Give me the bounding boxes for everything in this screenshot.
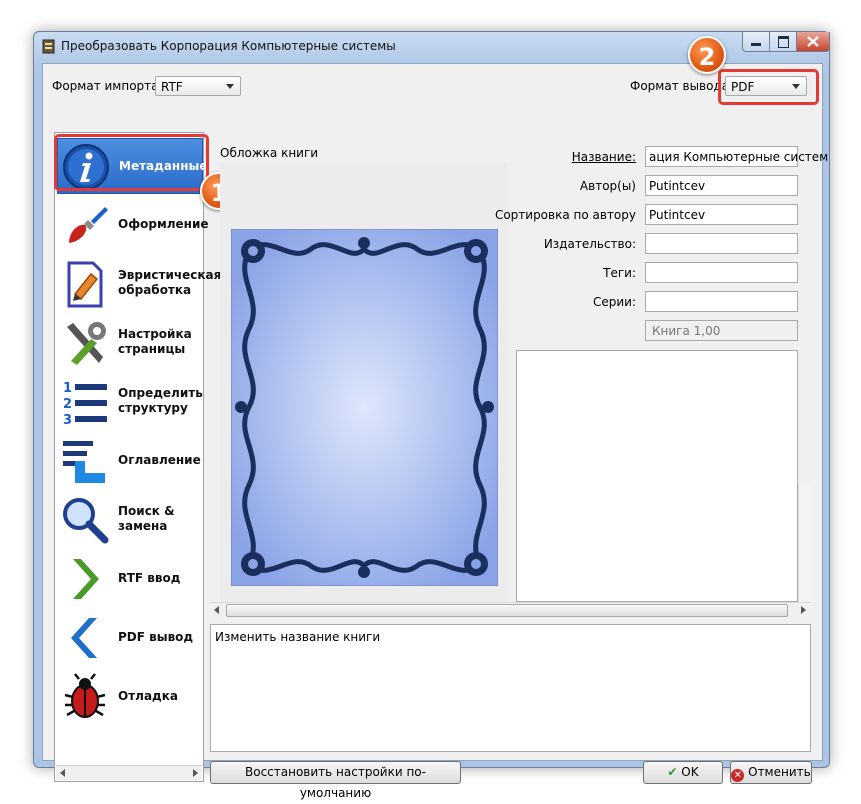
comments-vscrollbar[interactable] — [798, 484, 813, 602]
title-value: ация Компьютерные систем — [649, 150, 829, 164]
sidebar-item-label: Отладка — [118, 689, 178, 703]
series-index-value: Книга 1,00 — [652, 324, 721, 338]
sidebar-item-debug[interactable]: Отладка — [57, 669, 203, 725]
sidebar-item-search-replace[interactable]: Поиск & замена — [57, 492, 203, 548]
series-index-field[interactable]: Книга 1,00 — [645, 320, 798, 341]
bug-icon — [64, 673, 106, 718]
import-format-label: Формат импорта: — [52, 79, 163, 93]
minimize-icon — [751, 43, 761, 46]
cancel-icon: ✕ — [731, 769, 745, 782]
scroll-left-icon — [214, 606, 219, 614]
author-field[interactable]: Putintcev — [645, 175, 798, 196]
tools-icon — [67, 322, 106, 365]
sidebar-item-page-setup[interactable]: Настройка страницы — [57, 315, 203, 371]
author-sort-value: Putintcev — [649, 208, 706, 222]
import-format-value: RTF — [161, 80, 183, 94]
content-hscrollbar[interactable] — [210, 602, 810, 618]
scroll-thumb[interactable] — [226, 604, 788, 617]
scroll-right-icon — [801, 606, 806, 614]
cancel-button[interactable]: ✕ Отменить — [730, 761, 812, 784]
sidebar: Метаданные Оформление Эвристическая обра… — [54, 132, 222, 782]
close-button[interactable] — [796, 32, 830, 52]
title-field[interactable]: ация Компьютерные систем — [645, 146, 828, 167]
cover-image[interactable] — [231, 229, 498, 586]
svg-text:3: 3 — [63, 413, 72, 426]
help-box: Изменить название книги — [210, 624, 811, 752]
scroll-right-icon — [193, 769, 198, 777]
arrow-left-icon — [71, 618, 97, 658]
author-label: Автор(ы) — [579, 179, 636, 193]
brush-icon — [69, 207, 108, 243]
help-text: Изменить название книги — [215, 630, 381, 644]
comments-editor[interactable] — [516, 350, 798, 602]
ok-label: OK — [681, 765, 699, 779]
app-icon — [42, 39, 55, 54]
sidebar-item-label: Оглавление — [118, 453, 201, 467]
tags-field[interactable] — [645, 262, 798, 283]
sidebar-item-label: Определить структуру — [118, 386, 203, 415]
svg-text:2: 2 — [63, 397, 72, 412]
check-icon: ✔ — [667, 765, 678, 779]
sidebar-hscrollbar[interactable] — [56, 765, 202, 780]
sidebar-item-heuristics[interactable]: Эвристическая обработка — [57, 256, 222, 312]
toc-icon — [63, 441, 105, 483]
series-label: Серии: — [592, 295, 636, 309]
window-title: Преобразовать Корпорация Компьютерные си… — [61, 39, 396, 53]
sidebar-item-label: Поиск & замена — [118, 504, 175, 533]
tags-label: Теги: — [603, 266, 636, 280]
sidebar-item-toc[interactable]: Оглавление — [57, 433, 203, 489]
cover-label: Обложка книги — [220, 146, 319, 160]
sidebar-item-structure[interactable]: 1 2 3 Определить структуру — [57, 374, 203, 430]
publisher-label: Издательство: — [543, 237, 636, 251]
annotation-badge-2: 2 — [688, 36, 726, 74]
metadata-highlight — [54, 134, 209, 191]
numbered-list-icon: 1 2 3 — [63, 381, 107, 426]
chevron-down-icon — [226, 84, 234, 89]
series-field[interactable] — [645, 291, 798, 312]
sidebar-item-label: Оформление — [118, 217, 209, 231]
sidebar-item-look[interactable]: Оформление — [57, 197, 209, 253]
scroll-left-icon — [60, 769, 65, 777]
sidebar-item-label: PDF вывод — [118, 630, 194, 644]
maximize-icon — [778, 36, 789, 48]
sidebar-item-rtf-input[interactable]: RTF ввод — [57, 551, 203, 607]
search-icon — [63, 498, 109, 544]
import-format-select[interactable]: RTF — [155, 76, 241, 96]
output-format-highlight — [718, 69, 819, 105]
output-format-label: Формат вывода — [630, 79, 730, 93]
author-sort-field[interactable]: Putintcev — [645, 204, 798, 225]
sidebar-item-label: Эвристическая обработка — [118, 268, 222, 297]
document-edit-icon — [67, 261, 103, 308]
cancel-label: Отменить — [748, 765, 811, 779]
svg-text:1: 1 — [63, 381, 72, 396]
arrow-right-icon — [73, 559, 99, 599]
dialog-window: Преобразовать Корпорация Компьютерные си… — [33, 31, 830, 800]
maximize-button[interactable] — [769, 32, 797, 52]
author-value: Putintcev — [649, 179, 706, 193]
sidebar-item-label: RTF ввод — [118, 571, 181, 585]
author-sort-label: Сортировка по автору — [494, 208, 636, 222]
ok-button[interactable]: ✔ OK — [643, 761, 723, 784]
restore-defaults-button[interactable]: Восстановить настройки по-умолчанию — [210, 761, 461, 800]
sidebar-item-pdf-output[interactable]: PDF вывод — [57, 610, 203, 666]
minimize-button[interactable] — [742, 32, 770, 52]
title-label: Название: — [571, 150, 636, 164]
publisher-field[interactable] — [645, 233, 798, 254]
dialog-client: Формат импорта: RTF Формат вывода PDF 2 … — [42, 36, 828, 800]
close-icon — [807, 36, 819, 47]
sidebar-item-label: Настройка страницы — [118, 327, 192, 356]
